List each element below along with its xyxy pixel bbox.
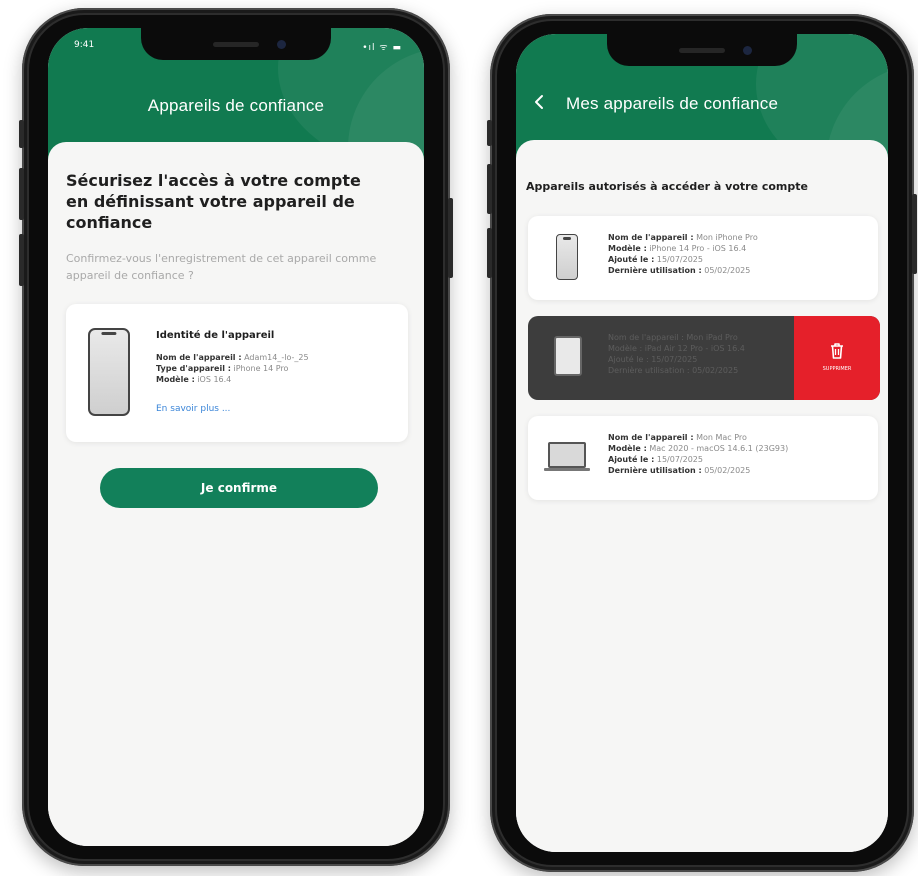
device-identity-card: Identité de l'appareil Nom de l'appareil… [66,304,408,442]
chevron-left-icon [535,95,543,109]
laptop-icon [548,442,586,468]
right-phone-screen: Mes appareils de confiance Appareils aut… [516,34,888,852]
section-title: Appareils autorisés à accéder à votre co… [526,180,808,193]
confirmation-question: Confirmez-vous l'enregistrement de cet a… [66,252,377,282]
device-card-ipad-swiped[interactable]: Nom de l'appareil : Mon iPad Pro Modèle … [528,316,880,400]
tablet-icon [554,336,582,376]
status-time: 9:41 [74,40,95,50]
trash-icon [831,343,843,359]
smartphone-icon [556,234,578,280]
left-phone-screen: 9:41 •ıl ᯤ ▬ Appareils de confiance Sécu… [48,28,424,846]
confirm-button[interactable]: Je confirme [100,468,378,508]
page-title: Appareils de confiance [147,96,325,115]
smartphone-icon [88,328,130,416]
left-phone-frame: 9:41 •ıl ᯤ ▬ Appareils de confiance Sécu… [19,8,453,866]
page-title: Mes appareils de confiance [566,94,779,113]
left-content-panel: Sécurisez l'accès à votre compte en défi… [48,142,424,846]
device-type-row: Type d'appareil : iPhone 14 Pro [156,364,289,373]
security-heading: Sécurisez l'accès à votre compte en défi… [66,171,361,232]
notch [141,28,331,60]
mockup-stage: 9:41 •ıl ᯤ ▬ Appareils de confiance Sécu… [0,0,918,876]
delete-label: SUPPRIMER [822,366,852,372]
device-identity-title: Identité de l'appareil [156,330,275,341]
right-content-panel: Appareils autorisés à accéder à votre co… [516,140,888,852]
device-card-mac[interactable]: Nom de l'appareil : Mon Mac Pro Modèle :… [528,416,878,500]
back-button[interactable] [530,92,550,112]
notch [607,34,797,66]
device-name-row: Nom de l'appareil : Adam14_-lo-_25 [156,353,309,362]
learn-more-link[interactable]: En savoir plus ... [156,404,230,414]
delete-button[interactable]: SUPPRIMER [794,316,880,400]
device-card-iphone[interactable]: Nom de l'appareil : Mon iPhone Pro Modèl… [528,216,878,300]
device-model-row: Modèle : iOS 16.4 [156,375,232,384]
right-phone-frame: Mes appareils de confiance Appareils aut… [487,14,917,872]
status-icons: •ıl ᯤ ▬ [362,43,402,53]
